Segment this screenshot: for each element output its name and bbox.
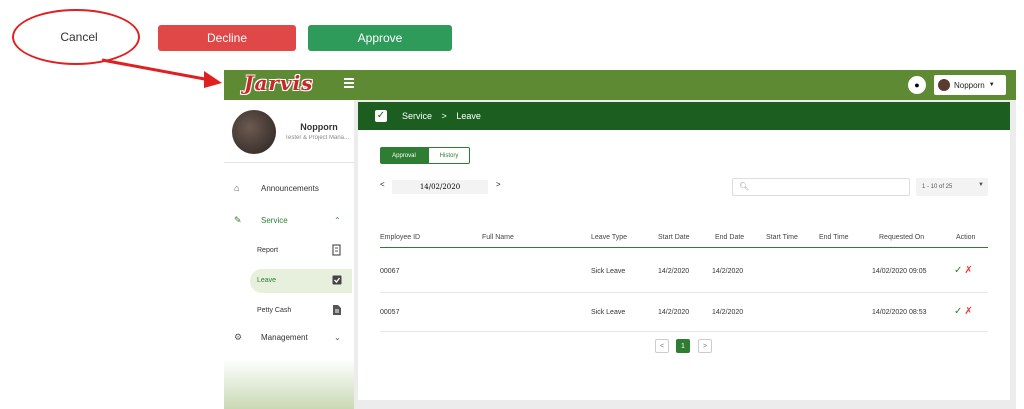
cell-start-date: 14/2/2020 xyxy=(658,309,690,316)
search-input[interactable]: 🔍︎ xyxy=(732,178,910,196)
chevron-down-icon: ▼ xyxy=(978,182,984,188)
column-employee-id: Employee ID xyxy=(380,234,421,241)
chevron-down-icon: ⌄ xyxy=(334,332,341,342)
sidebar-item-label: Leave xyxy=(257,277,277,284)
column-action: Action xyxy=(956,234,976,241)
sidebar-item-label: Service xyxy=(261,215,288,225)
cell-start-date: 14/2/2020 xyxy=(658,268,690,275)
menu-icon[interactable] xyxy=(344,78,354,90)
avatar xyxy=(938,79,950,91)
row-divider xyxy=(380,292,988,293)
pagination-next-button[interactable]: > xyxy=(698,339,712,353)
app-window: Jarvis ● Nopporn ▼ Nopporn Tester & Proj… xyxy=(224,70,1016,409)
sidebar-item-report[interactable]: Report xyxy=(224,239,354,263)
sidebar-item-service[interactable]: ✎ Service ⌃ xyxy=(224,209,354,231)
home-icon: ⌂ xyxy=(234,183,240,193)
sidebar-item-label: Announcements xyxy=(261,183,319,193)
leave-card: ✓ Service > Leave Approval History < 14/… xyxy=(358,102,1010,400)
column-start-date: Start Date xyxy=(658,234,690,241)
tab-approval[interactable]: Approval xyxy=(380,147,428,164)
chevron-down-icon: ▼ xyxy=(988,82,995,88)
breadcrumb-separator: > xyxy=(441,111,447,121)
checkbox-icon: ✓ xyxy=(375,110,387,122)
cell-end-date: 14/2/2020 xyxy=(712,268,744,275)
search-icon: 🔍︎ xyxy=(739,182,750,191)
header-divider xyxy=(380,247,988,248)
chevron-up-icon: ⌃ xyxy=(334,215,341,225)
sidebar-item-management[interactable]: ⚙ Management ⌄ xyxy=(224,326,354,348)
user-menu[interactable]: Nopporn ▼ xyxy=(934,75,1006,95)
notification-icon[interactable]: ● xyxy=(908,76,926,94)
app-logo[interactable]: Jarvis xyxy=(244,71,313,95)
breadcrumb: Service > Leave xyxy=(402,111,481,121)
breadcrumb-service[interactable]: Service xyxy=(402,111,432,121)
page-size-label: 1 - 10 of 25 xyxy=(922,184,953,190)
next-date-button[interactable]: > xyxy=(496,180,501,189)
column-requested-on: Requested On xyxy=(879,234,925,241)
approve-button[interactable]: Approve xyxy=(308,25,452,51)
approve-check-icon[interactable]: ✓ xyxy=(954,265,962,276)
date-field[interactable]: 14/02/2020 xyxy=(392,180,488,194)
cell-end-date: 14/2/2020 xyxy=(712,309,744,316)
cell-leave-type: Sick Leave xyxy=(591,309,626,316)
sidebar: Nopporn Tester & Project Mana... ⌂ Annou… xyxy=(224,100,354,409)
checkbox-icon xyxy=(332,275,342,285)
sidebar-item-petty-cash[interactable]: Petty Cash xyxy=(224,299,354,323)
cell-employee-id: 00067 xyxy=(380,268,400,275)
column-leave-type: Leave Type xyxy=(591,234,628,241)
row-actions: ✓ ✗ xyxy=(954,306,973,317)
profile-name: Nopporn xyxy=(300,122,338,132)
document-icon xyxy=(333,305,341,315)
pencil-icon: ✎ xyxy=(234,214,242,225)
row-divider xyxy=(380,331,988,332)
cell-requested-on: 14/02/2020 08:53 xyxy=(872,309,927,316)
reject-x-icon[interactable]: ✗ xyxy=(964,306,972,317)
pagination-prev-button[interactable]: < xyxy=(655,339,669,353)
decline-button[interactable]: Decline xyxy=(158,25,296,51)
gear-icon: ⚙ xyxy=(234,331,243,342)
card-header: ✓ Service > Leave xyxy=(358,102,1010,130)
column-start-time: Start Time xyxy=(766,234,798,241)
divider xyxy=(224,162,354,163)
profile-role: Tester & Project Mana... xyxy=(284,135,350,141)
column-full-name: Full Name xyxy=(482,234,514,241)
profile-avatar xyxy=(232,110,276,154)
prev-date-button[interactable]: < xyxy=(380,180,385,189)
tab-history[interactable]: History xyxy=(428,147,470,164)
sidebar-footer xyxy=(224,359,354,409)
sidebar-item-label: Petty Cash xyxy=(257,307,292,314)
report-icon xyxy=(332,244,341,256)
sidebar-item-leave[interactable]: Leave xyxy=(224,269,354,293)
user-name: Nopporn xyxy=(954,80,985,90)
cell-employee-id: 00057 xyxy=(380,309,400,316)
page-size-select[interactable]: 1 - 10 of 25 ▼ xyxy=(916,178,988,196)
sidebar-item-announcements[interactable]: ⌂ Announcements xyxy=(224,177,354,199)
cell-requested-on: 14/02/2020 09:05 xyxy=(872,268,927,275)
cell-leave-type: Sick Leave xyxy=(591,268,626,275)
sidebar-item-label: Report xyxy=(257,247,279,254)
column-end-time: End Time xyxy=(819,234,849,241)
row-actions: ✓ ✗ xyxy=(954,265,973,276)
reject-x-icon[interactable]: ✗ xyxy=(964,265,972,276)
column-end-date: End Date xyxy=(715,234,745,241)
approve-check-icon[interactable]: ✓ xyxy=(954,306,962,317)
breadcrumb-leave: Leave xyxy=(456,111,481,121)
top-navbar: Jarvis ● Nopporn ▼ xyxy=(224,70,1016,100)
sidebar-item-label: Management xyxy=(261,332,308,342)
pagination-page-1[interactable]: 1 xyxy=(676,339,690,353)
